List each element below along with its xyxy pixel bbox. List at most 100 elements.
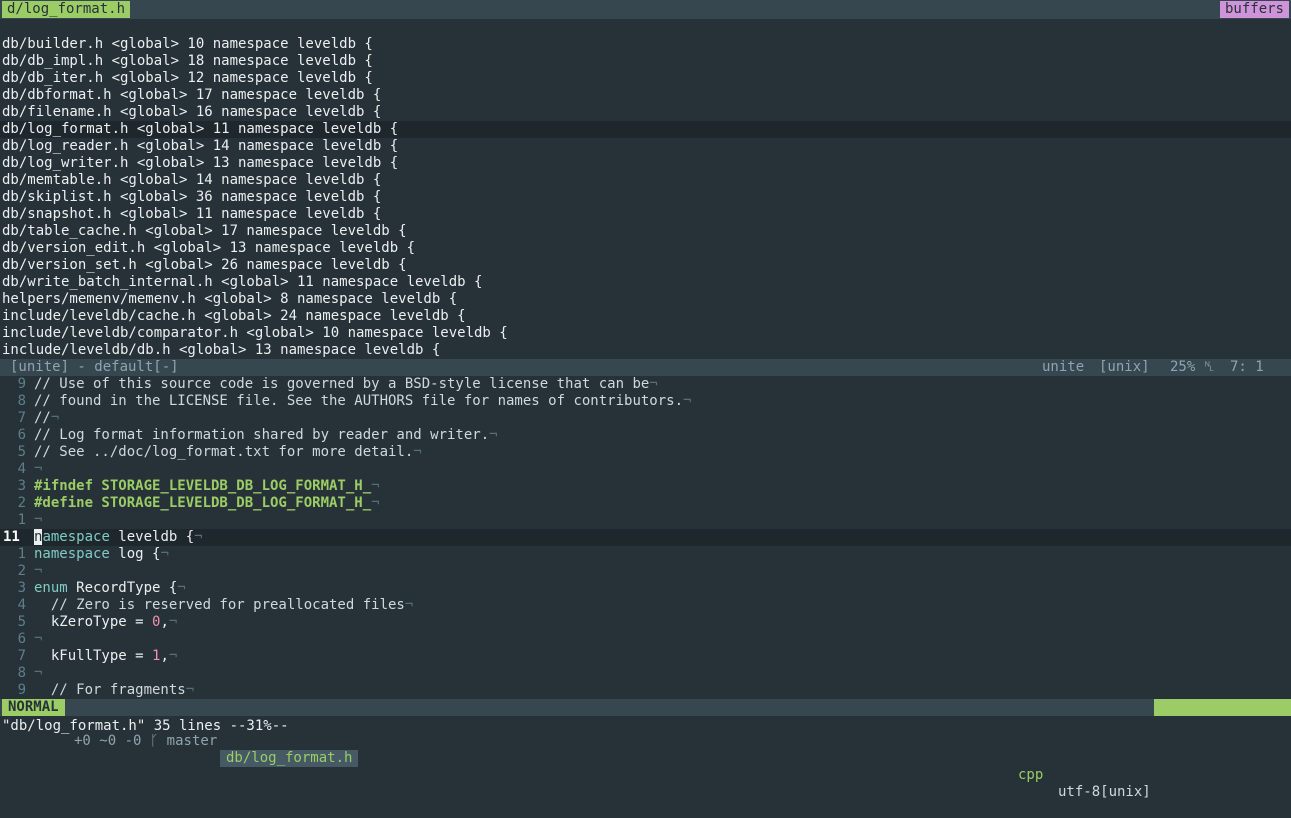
code-line[interactable]: 2 #define STORAGE_LEVELDB_DB_LOG_FORMAT_H…	[0, 495, 1291, 512]
line-code: #ifndef STORAGE_LEVELDB_DB_LOG_FORMAT_H_…	[34, 478, 380, 495]
code-token: leveldb {	[109, 529, 195, 545]
line-number: 5	[17, 614, 26, 630]
unite-item[interactable]: db/table_cache.h <global> 17 namespace l…	[0, 223, 1291, 240]
eol-marker: ¬	[34, 461, 43, 477]
line-code: // For fragments¬	[34, 682, 194, 699]
code-editor[interactable]: 9 // Use of this source code is governed …	[0, 376, 1291, 699]
code-token: //	[34, 410, 51, 426]
unite-item[interactable]: include/leveldb/comparator.h <global> 10…	[0, 325, 1291, 342]
tabline: d/log_format.h buffers	[0, 0, 1291, 19]
unite-item[interactable]: db/memtable.h <global> 14 namespace leve…	[0, 172, 1291, 189]
eol-marker: ¬	[194, 529, 203, 545]
line-code: // found in the LICENSE file. See the AU…	[34, 393, 691, 410]
line-code: #define STORAGE_LEVELDB_DB_LOG_FORMAT_H_…	[34, 495, 380, 512]
code-line[interactable]: 9 // For fragments¬	[0, 682, 1291, 699]
cursor-position: 31% ␤ 11: 1	[1154, 699, 1291, 766]
cursor-line: 11:	[1226, 733, 1252, 749]
code-line[interactable]: 4 // Zero is reserved for preallocated f…	[0, 597, 1291, 614]
unite-item[interactable]: db/dbformat.h <global> 17 namespace leve…	[0, 87, 1291, 104]
code-token: // found in the LICENSE file. See the AU…	[34, 393, 684, 409]
eol-marker: ¬	[50, 410, 60, 426]
unite-prompt-line	[0, 19, 1291, 36]
unite-item[interactable]: db/log_format.h <global> 11 namespace le…	[0, 121, 1291, 138]
file-encoding: utf-8[unix]	[1058, 784, 1151, 800]
line-number: 1	[17, 546, 26, 562]
line-number: 2	[17, 495, 26, 511]
code-token: kZeroType =	[34, 614, 153, 630]
unite-item[interactable]: include/leveldb/db.h <global> 13 namespa…	[0, 342, 1291, 359]
unite-statusline: [unite] - default[-] unite [unix] 25% ␤ …	[0, 359, 1291, 376]
unite-fileformat: [unix]	[1099, 359, 1150, 375]
code-line[interactable]: 3 enum RecordType {¬	[0, 580, 1291, 597]
unite-filetype: unite	[1042, 359, 1085, 375]
message-line: "db/log_format.h" 35 lines --31%--	[2, 718, 289, 734]
code-token: namespace	[34, 546, 110, 562]
file-name: db/log_format.h	[220, 750, 359, 767]
unite-item[interactable]: db/snapshot.h <global> 11 namespace leve…	[0, 206, 1291, 223]
code-token: #define STORAGE_LEVELDB_DB_LOG_FORMAT_H_	[34, 495, 372, 511]
code-line[interactable]: 4 ¬	[0, 461, 1291, 478]
eol-marker: ¬	[34, 512, 43, 528]
current-line[interactable]: 11 namespace leveldb {¬	[0, 529, 1291, 546]
code-line[interactable]: 8 // found in the LICENSE file. See the A…	[0, 393, 1291, 410]
eol-marker: ¬	[185, 682, 195, 698]
unite-item[interactable]: db/log_reader.h <global> 14 namespace le…	[0, 138, 1291, 155]
line-code: ¬	[34, 631, 42, 648]
code-line[interactable]: 7 //¬	[0, 410, 1291, 427]
unite-item[interactable]: include/leveldb/cache.h <global> 24 name…	[0, 308, 1291, 325]
code-line[interactable]: 6 // Log format information shared by rea…	[0, 427, 1291, 444]
code-token: // Zero is reserved for preallocated fil…	[34, 597, 405, 613]
code-token: ,	[160, 648, 169, 664]
code-token: kFullType =	[34, 648, 153, 664]
eol-marker: ¬	[489, 427, 498, 443]
line-code: kZeroType = 0,¬	[34, 614, 177, 631]
unite-item[interactable]: db/builder.h <global> 10 namespace level…	[0, 36, 1291, 53]
unite-item[interactable]: db/db_impl.h <global> 18 namespace level…	[0, 53, 1291, 70]
code-line[interactable]: 8 ¬	[0, 665, 1291, 682]
code-line[interactable]: 3 #ifndef STORAGE_LEVELDB_DB_LOG_FORMAT_H…	[0, 478, 1291, 495]
eol-marker: ¬	[160, 546, 169, 562]
code-line[interactable]: 9 // Use of this source code is governed …	[0, 376, 1291, 393]
code-token: // See ../doc/log_format.txt for more de…	[34, 444, 414, 460]
line-code: // Use of this source code is governed b…	[34, 376, 658, 393]
unite-item[interactable]: db/write_batch_internal.h <global> 11 na…	[0, 274, 1291, 291]
line-number: 7	[17, 648, 26, 664]
code-line[interactable]: 7 kFullType = 1,¬	[0, 648, 1291, 665]
unite-buffer-name: [unite] - default[-]	[10, 359, 179, 375]
code-line[interactable]: 1 ¬	[0, 512, 1291, 529]
code-line[interactable]: 5 // See ../doc/log_format.txt for more d…	[0, 444, 1291, 461]
unite-item[interactable]: db/version_set.h <global> 26 namespace l…	[0, 257, 1291, 274]
line-number: 8	[17, 665, 26, 681]
main-statusline: NORMAL +0 ~0 -0 ᚴ master db/log_format.h…	[0, 699, 1291, 800]
unite-results-list: db/builder.h <global> 10 namespace level…	[0, 19, 1291, 359]
tab-active-buffer[interactable]: d/log_format.h	[2, 1, 131, 18]
line-number: 4	[17, 461, 26, 477]
line-code: //¬	[34, 410, 59, 427]
code-line[interactable]: 1 namespace log {¬	[0, 546, 1291, 563]
file-type: cpp	[1018, 767, 1044, 783]
line-code: enum RecordType {¬	[34, 580, 186, 597]
code-line[interactable]: 2 ¬	[0, 563, 1291, 580]
line-code: namespace leveldb {¬	[34, 529, 203, 546]
line-number: 6	[17, 427, 26, 443]
code-token: #ifndef STORAGE_LEVELDB_DB_LOG_FORMAT_H_	[34, 478, 372, 494]
cursor-column: 1	[1266, 750, 1275, 766]
unite-item[interactable]: db/log_writer.h <global> 13 namespace le…	[0, 155, 1291, 172]
unite-item[interactable]: db/filename.h <global> 16 namespace leve…	[0, 104, 1291, 121]
code-token: // Use of this source code is governed b…	[34, 376, 650, 392]
line-code: // See ../doc/log_format.txt for more de…	[34, 444, 422, 461]
eol-marker: ¬	[34, 631, 43, 647]
unite-percent: 25% ␤	[1170, 359, 1215, 375]
line-number: 3	[17, 580, 26, 596]
line-code: ¬	[34, 665, 42, 682]
line-number: 6	[17, 631, 26, 647]
unite-item[interactable]: db/version_edit.h <global> 13 namespace …	[0, 240, 1291, 257]
unite-item[interactable]: db/db_iter.h <global> 12 namespace level…	[0, 70, 1291, 87]
unite-item[interactable]: db/skiplist.h <global> 36 namespace leve…	[0, 189, 1291, 206]
buffers-label[interactable]: buffers	[1219, 1, 1289, 18]
code-line[interactable]: 6 ¬	[0, 631, 1291, 648]
unite-item[interactable]: helpers/memenv/memenv.h <global> 8 names…	[0, 291, 1291, 308]
eol-marker: ¬	[413, 444, 422, 460]
code-token: enum	[34, 580, 68, 596]
code-line[interactable]: 5 kZeroType = 0,¬	[0, 614, 1291, 631]
